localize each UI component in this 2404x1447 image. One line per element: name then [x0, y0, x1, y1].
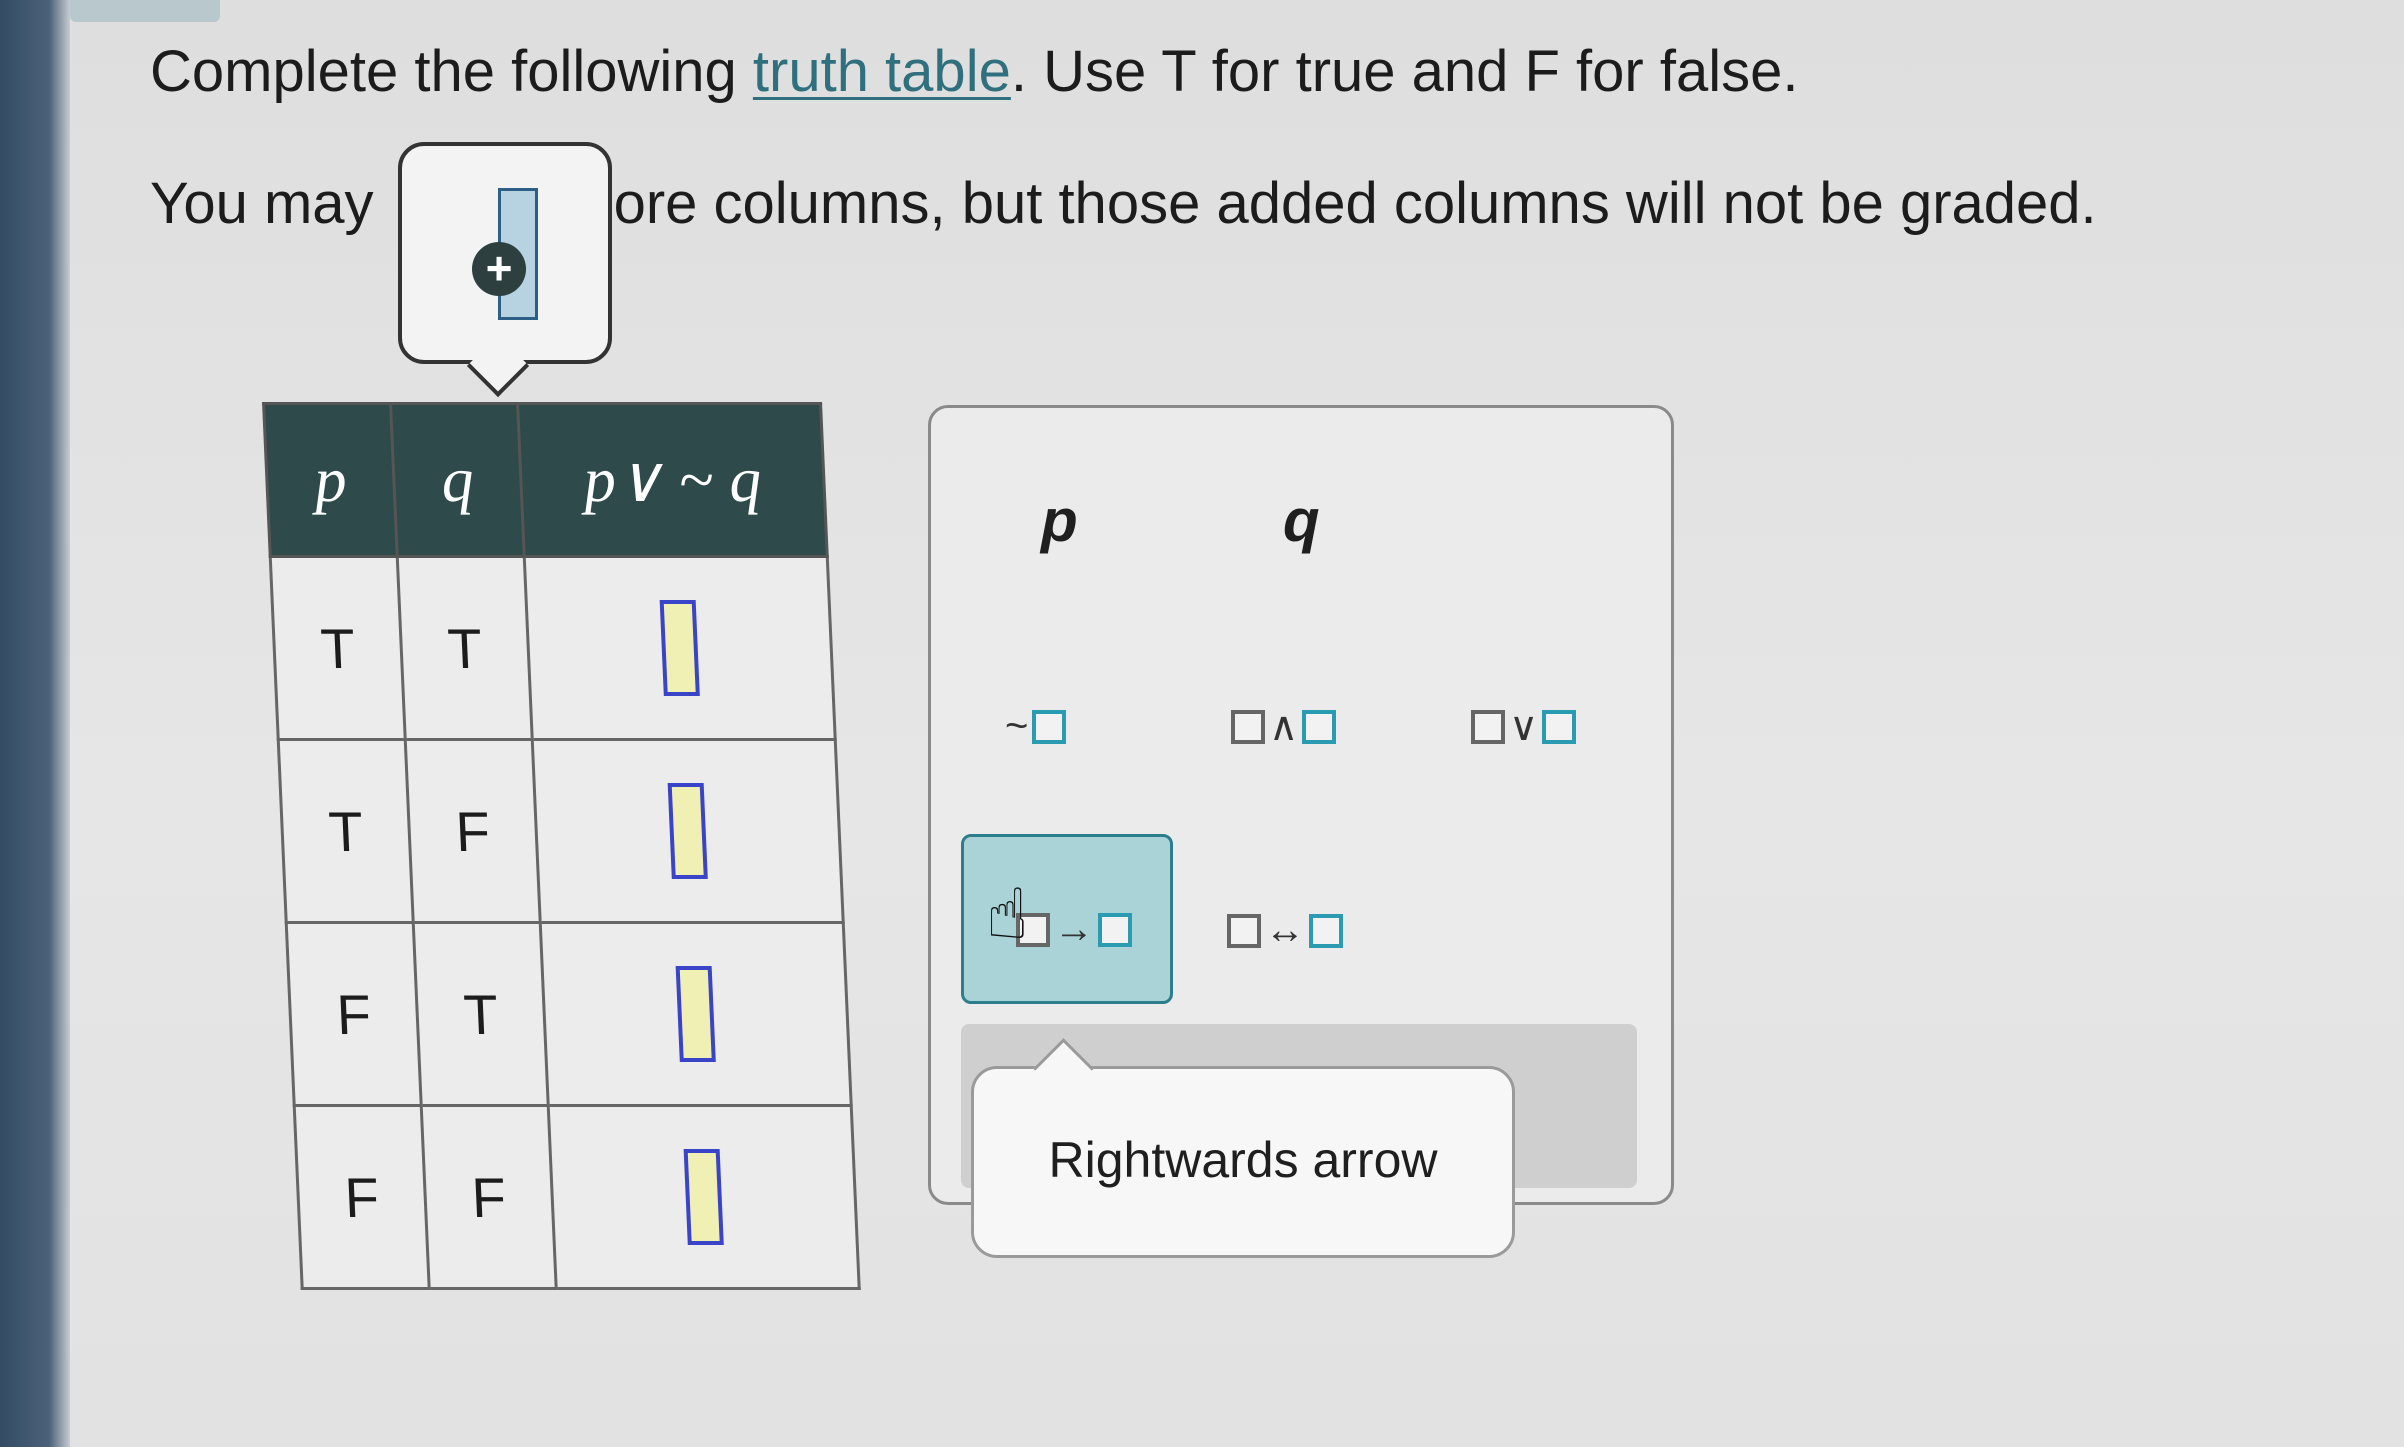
palette-p-button[interactable]: p [1041, 486, 1078, 555]
truth-table-link[interactable]: truth table [753, 39, 1011, 104]
answer-input[interactable] [659, 600, 700, 696]
answer-input[interactable] [667, 783, 708, 879]
instruction-line2-start: You may [150, 171, 374, 236]
add-column-button[interactable]: + [398, 142, 612, 398]
table-row: T F [278, 739, 844, 923]
tooltip-text: Rightwards arrow [1048, 1132, 1438, 1188]
tooltip: Rightwards arrow [971, 1038, 1515, 1258]
biconditional-operator: ↔ [1265, 908, 1305, 953]
or-button[interactable]: ∨ [1471, 692, 1577, 754]
and-operator: ∧ [1269, 704, 1299, 749]
plus-icon: + [472, 242, 526, 296]
cell-p: F [286, 922, 422, 1106]
cell-q: T [413, 922, 549, 1106]
biconditional-button[interactable]: ↔ [1227, 896, 1343, 958]
placeholder-box [1231, 709, 1265, 744]
window-edge [0, 0, 70, 1447]
placeholder-box [1032, 709, 1067, 744]
placeholder-box [1471, 709, 1505, 744]
answer-cell[interactable] [524, 556, 836, 740]
implies-symbol: → [1016, 895, 1132, 957]
implies-button[interactable]: → ☝ [961, 834, 1173, 1004]
placeholder-box [1227, 913, 1261, 948]
hand-cursor-icon: ☝ [986, 875, 1029, 953]
not-operator: ~ [1005, 704, 1029, 749]
cell-p: T [278, 739, 414, 923]
header-q: q [390, 403, 525, 557]
implies-operator: → [1054, 907, 1094, 952]
table-row: F F [294, 1105, 860, 1289]
tooltip-pointer [466, 334, 530, 398]
instruction-text-end: . Use T for true and F for false. [1010, 39, 1799, 104]
table-row: F T [286, 922, 852, 1106]
truth-table: p q p∨ ~ q T T T F F T F F [262, 402, 861, 1290]
top-tab [70, 0, 220, 22]
or-operator: ∨ [1509, 704, 1539, 749]
not-button[interactable]: ~ [1001, 692, 1067, 754]
header-p: p [263, 403, 398, 557]
symbol-palette: p q ~ ∧ ∨ → ☝ ↔ Rightwards arrow [928, 405, 1674, 1258]
table-row: T T [270, 556, 836, 740]
cell-p: F [294, 1105, 430, 1289]
placeholder-box [1302, 709, 1337, 744]
instruction-line-1: Complete the following truth table. Use … [150, 38, 1799, 105]
placeholder-box [1098, 912, 1132, 947]
header-expression: p∨ ~ q [517, 403, 828, 557]
cell-p: T [270, 556, 406, 740]
palette-q-button[interactable]: q [1283, 486, 1320, 555]
placeholder-box [1542, 709, 1577, 744]
cell-q: F [421, 1105, 557, 1289]
placeholder-box [1309, 913, 1343, 948]
answer-cell[interactable] [532, 739, 844, 923]
cell-q: F [405, 739, 541, 923]
and-button[interactable]: ∧ [1231, 692, 1337, 754]
instruction-line2-end: ore columns, but those added columns wil… [613, 171, 2097, 236]
answer-input[interactable] [683, 1149, 724, 1245]
cell-q: T [397, 556, 533, 740]
instruction-text: Complete the following [150, 39, 753, 104]
answer-input[interactable] [675, 966, 716, 1062]
answer-cell[interactable] [548, 1105, 860, 1289]
answer-cell[interactable] [540, 922, 852, 1106]
